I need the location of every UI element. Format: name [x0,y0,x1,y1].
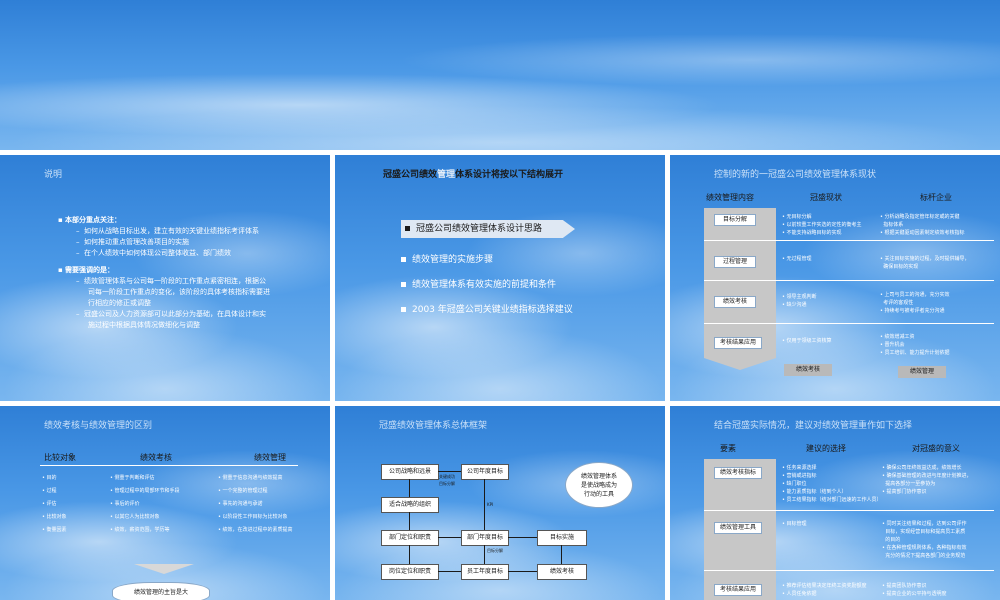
slide-title: 冠盛公司绩效管理体系设计将按以下结构展开 [383,170,564,180]
flow-label: KPI [487,502,494,507]
sub-bullet: – 冠盛公司及人力资源部可以此部分为基础，在具体设计和实 [76,310,266,318]
status-cell: • 仅用于领级工资核算 [782,338,832,344]
slide-title: 绩效考核与绩效管理的区别 [44,421,153,431]
content-arrow [704,358,776,370]
flow-connector [561,545,562,564]
status-cell: • 无目标分解 • 以前较重工作实选的定性的衡考主 • 不能支持战略目标的实现 [782,214,862,236]
cloud-callout: 绩效管理体系 是使战略成为 行动的工具 [565,462,633,508]
row-divider [704,280,994,281]
benchmark-cell: • 分析战略及指定管年标定或的关键 指标体系 • 根据关键驱动因素制定绩效考核指标 [880,214,965,236]
benchmark-cell: • 绩效增减工资 • 晋升机会 • 员工培训、能力提升计划依据 [880,334,950,356]
content-bar [704,208,776,358]
flow-connector [508,537,537,538]
row-label: 过程管理 [714,256,756,268]
row-divider [704,323,994,324]
perf-mgmt-tag: 绩效管理 [898,366,946,378]
column-header: 比较对象 [44,453,76,462]
box-dept-role: 部门定位和职责 [381,530,439,546]
flow-label: 目标分解 [487,548,503,553]
compare-column: • 目的 • 过程 • 评估 • 比较对象 • 衡量因素 [42,475,67,533]
row-label: 考核结果应用 [714,584,762,596]
sub-bullet: – 如何推动重点管理改善项目的实施 [76,238,189,246]
status-cell: • 领导主观判断 • 缺少沟通 [782,294,817,308]
menu-item-1[interactable]: 冠盛公司绩效管理体系设计思路 [401,220,575,238]
flow-connector [438,537,461,538]
flow-connector [409,512,410,530]
flow-connector [409,545,410,564]
column-header: 冠盛现状 [810,193,842,202]
row-label: 目标分解 [714,214,756,226]
slide-thumbnail-4[interactable]: 绩效考核与绩效管理的区别 比较对象 绩效考核 绩效管理 • 目的 • 过程 • 评估… [0,406,330,600]
box-position-role: 岗位定位和职责 [381,564,439,580]
slide-thumbnail-3[interactable]: 控制的新的一冠盛公司绩效管理体系现状 绩效管理内容 冠盛现状 标杆企业 目标分解… [670,155,1000,401]
box-dept-goal: 部门年度目标 [461,530,509,546]
flow-label: 关键成功 [439,474,455,479]
box-execution: 目标实施 [537,530,587,546]
meaning-cell: • 确保公司年终效益达成，绩效增长 • 确保基础管理的改进与年度计划推进， 提高各… [882,465,972,495]
sub-bullet: – 如何从战略目标出发，建立有效的关键业绩指标考评体系 [76,227,259,235]
flow-connector [484,479,485,530]
row-divider [704,570,994,571]
status-cell: • 无过程管理 [782,256,812,262]
flow-connector [484,545,485,564]
menu-item-4[interactable]: 2003 年冠盛公司关键业绩指标选择建议 [401,302,573,315]
flow-connector [409,479,410,497]
sub-bullet: – 绩效管理体系与公司每一阶段的工作重点紧密相连，根据公 [76,277,266,285]
mgmt-column: • 侧重于信息沟通与绩效提高 • 一个完整的管理过程 • 事先的沟通与承诺 • 以阶段… [218,475,293,533]
slide-title: 说明 [44,170,63,180]
slide-thumbnail-5[interactable]: 冠盛绩效管理体系总体框架 公司战略和远景 公司年度目标 适合战略的组织 部门定位… [335,406,665,600]
column-header: 要素 [720,444,736,453]
slide-thumbnail-6[interactable]: 结合冠盛实际情况，建议对绩效管理重作如下选择 要素 建议的选择 对冠盛的意义 绩… [670,406,1000,600]
slide-title: 冠盛绩效管理体系总体框架 [379,421,488,431]
suggestion-cell: • 目标管理 [782,521,807,527]
sub-bullet: – 在个人绩效中如何体现公司整体收益、部门绩效 [76,249,231,257]
sub-bullet-cont: 司每一阶段工作重点的变化，该阶段的具体考核指标需要进 [88,288,270,296]
bullet-heading: ▪ 需要强调的是： [58,266,114,274]
flow-label: 目标分解 [439,481,455,486]
bullet-heading: ▪ 本部分重点关注： [58,216,121,224]
slide-thumbnail-1[interactable]: 说明 ▪ 本部分重点关注： – 如何从战略目标出发，建立有效的关键业绩指标考评体… [0,155,330,401]
slide-thumbnail-2[interactable]: 冠盛公司绩效管理体系设计将按以下结构展开 冠盛公司绩效管理体系设计思路 绩效管理… [335,155,665,401]
box-strategy: 公司战略和远景 [381,464,439,480]
row-label: 绩效考核指标 [714,467,762,479]
row-label: 绩效管理工具 [714,522,762,534]
slide-title: 控制的新的一冠盛公司绩效管理体系现状 [714,170,877,180]
header-banner [0,0,1000,150]
column-header: 标杆企业 [920,193,952,202]
slide-title: 结合冠盛实际情况，建议对绩效管理重作如下选择 [714,421,913,431]
sub-bullet-cont: 施过程中根据具体情况做细化与调整 [88,321,200,329]
box-organization: 适合战略的组织 [381,497,439,513]
column-header: 建议的选择 [806,444,846,453]
row-divider [704,510,994,511]
benchmark-cell: • 关注目标实施的过程，及时提供辅导， 确保目标的实现 [880,256,970,270]
flow-connector [438,571,461,572]
row-divider [704,240,994,241]
header-divider [40,465,298,466]
column-header: 对冠盛的意义 [912,444,960,453]
down-arrow [134,564,194,574]
sub-bullet-cont: 行相应的修正或调整 [88,299,151,307]
box-evaluation: 绩效考核 [537,564,587,580]
eval-column: • 侧重于判断和评估 • 管理过程中的局部环节和手段 • 事后的评价 • 以其它人为比… [110,475,180,533]
suggestion-cell: • 任务来源选择 • 营销或进指标 • 缺门职位 • 能力素质指标（结到个人） • 员工… [782,465,882,503]
menu-item-2[interactable]: 绩效管理的实施步骤 [401,252,493,265]
meaning-cell: • 同时关注结果和过程，达到公司评作 目标，实现经营目标和提高员工素质 的目的 •… [882,521,967,559]
box-employee-goal: 员工年度目标 [461,564,509,580]
suggestion-cell: • 推荐评估结果决定年终工资奖励额度 • 人员任免依据 [782,583,867,597]
column-header: 绩效管理内容 [706,193,754,202]
meaning-cell: • 提高团队协作意识 • 提高企业的公平持与透明度 [882,583,947,597]
column-header: 绩效管理 [254,453,286,462]
flow-connector [508,571,537,572]
benchmark-cell: • 上司与员工的沟通，充分实效 考评的客观性 • 持续考与被考评者充分沟通 [880,292,950,314]
row-label: 绩效考核 [714,296,756,308]
row-label: 考核结果应用 [714,337,762,349]
menu-item-3[interactable]: 绩效管理体系有效实施的前提和条件 [401,277,556,290]
summary-callout: 绩效管理的主旨是大 [112,582,210,600]
column-header: 绩效考核 [140,453,172,462]
box-annual-goal: 公司年度目标 [461,464,509,480]
flow-connector [438,471,461,472]
perf-eval-tag: 绩效考核 [784,364,832,376]
